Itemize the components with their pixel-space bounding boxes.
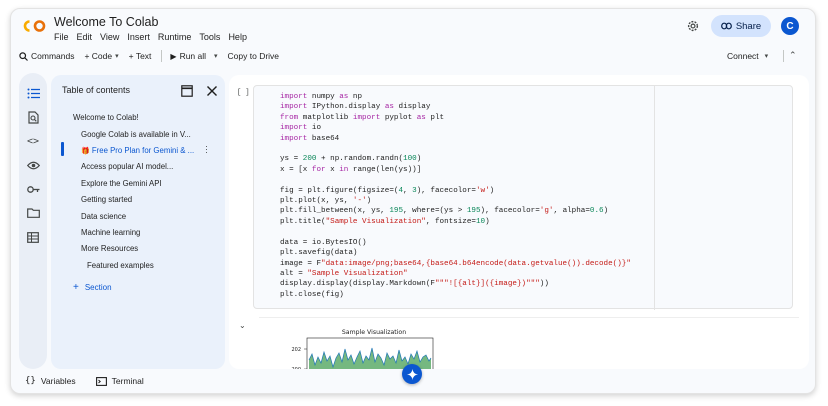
toc-item-gemini-api[interactable]: Explore the Gemini API xyxy=(81,179,201,188)
sample-visualization-plot: Sample Visualization 202 200 xyxy=(291,329,434,369)
toc-item-ai-models[interactable]: Access popular AI model... xyxy=(81,162,201,171)
gemini-assistant-button[interactable] xyxy=(402,364,422,384)
files-folder-icon[interactable] xyxy=(25,205,41,221)
menu-runtime[interactable]: Runtime xyxy=(158,32,192,42)
add-text-button[interactable]: + Text xyxy=(129,51,152,61)
chevron-up-icon[interactable]: ⌃ xyxy=(789,50,797,61)
menu-edit[interactable]: Edit xyxy=(77,32,93,42)
table-of-contents-panel: Table of contents Welcome to Colab! Goog… xyxy=(51,75,225,369)
colab-logo[interactable] xyxy=(23,19,47,33)
chevron-down-icon[interactable]: ▾ xyxy=(115,52,119,60)
toolbar-divider xyxy=(161,50,163,62)
code-cell[interactable]: import numpy as np import IPython.displa… xyxy=(253,85,793,310)
menu-file[interactable]: File xyxy=(54,32,69,42)
output-divider xyxy=(259,317,799,318)
toc-item-data-science[interactable]: Data science xyxy=(81,212,201,221)
y-tick-label: 200 xyxy=(291,367,301,369)
variables-label: Variables xyxy=(40,376,76,386)
toc-item-colab-available[interactable]: Google Colab is available in V... xyxy=(81,130,197,139)
add-code-button[interactable]: + Code ▾ xyxy=(84,51,118,61)
commands-button[interactable]: Commands xyxy=(19,51,74,61)
notebook-title[interactable]: Welcome To Colab xyxy=(54,15,158,29)
settings-gear-icon[interactable] xyxy=(686,19,700,33)
notebook-toolbar: Commands + Code ▾ + Text ▶ Run all ▾ Cop… xyxy=(19,45,809,67)
toc-item-welcome[interactable]: Welcome to Colab! xyxy=(73,113,213,122)
variables-eye-icon[interactable] xyxy=(25,157,41,173)
open-in-tab-icon[interactable] xyxy=(181,85,193,97)
terminal-icon xyxy=(95,376,107,386)
gift-icon: 🎁 xyxy=(81,148,90,155)
play-icon: ▶ xyxy=(170,51,177,61)
search-icon xyxy=(19,51,28,61)
toolbar-divider xyxy=(783,50,784,62)
side-rail: <> xyxy=(19,73,47,369)
menu-view[interactable]: View xyxy=(100,32,119,42)
connect-button[interactable]: Connect ▾ xyxy=(727,45,768,67)
code-snippets-icon[interactable]: <> xyxy=(25,133,41,149)
commands-label: Commands xyxy=(31,51,75,61)
variables-braces-icon: {} xyxy=(25,376,36,386)
connect-label: Connect xyxy=(727,51,759,61)
share-button[interactable]: Share xyxy=(711,15,771,37)
more-options-icon[interactable]: · · · xyxy=(205,142,208,157)
code-line-limit-ruler xyxy=(654,86,655,310)
menu-help[interactable]: Help xyxy=(228,32,247,42)
data-table-icon[interactable] xyxy=(25,229,41,245)
collapse-output-chevron-icon[interactable]: ⌄ xyxy=(239,321,246,330)
toc-item-getting-started[interactable]: Getting started xyxy=(81,195,201,204)
add-section-label: Section xyxy=(84,283,112,292)
plus-icon: + xyxy=(73,282,79,293)
terminal-button[interactable]: Terminal xyxy=(95,376,144,386)
variables-button[interactable]: {} Variables xyxy=(25,376,76,386)
menu-tools[interactable]: Tools xyxy=(199,32,220,42)
secrets-key-icon[interactable] xyxy=(25,181,41,197)
chevron-down-icon[interactable]: ▾ xyxy=(765,52,769,60)
add-section-button[interactable]: + Section xyxy=(73,282,112,293)
toc-item-machine-learning[interactable]: Machine learning xyxy=(81,228,201,237)
close-icon[interactable] xyxy=(206,85,218,97)
terminal-label: Terminal xyxy=(111,376,144,386)
run-all-button[interactable]: ▶ Run all ▾ xyxy=(170,51,217,61)
link-icon xyxy=(720,22,732,30)
toc-selection-indicator xyxy=(61,142,64,156)
add-text-label: + Text xyxy=(128,51,152,61)
bottom-bar: {} Variables Terminal xyxy=(25,373,144,389)
toc-item-more-resources[interactable]: More Resources xyxy=(81,244,201,253)
code-editor[interactable]: import numpy as np import IPython.displa… xyxy=(280,92,631,300)
add-code-label: + Code xyxy=(84,51,113,61)
notebook-area: [ ] import numpy as np import IPython.di… xyxy=(229,75,809,369)
plot-title: Sample Visualization xyxy=(342,329,406,336)
run-all-label: Run all xyxy=(179,51,207,61)
gemini-sparkle-icon xyxy=(406,368,418,380)
menu-insert[interactable]: Insert xyxy=(127,32,150,42)
chevron-down-icon[interactable]: ▾ xyxy=(214,52,218,60)
copy-to-drive-label: Copy to Drive xyxy=(227,51,280,61)
toc-item-featured-examples[interactable]: Featured examples xyxy=(87,261,207,270)
y-tick-label: 202 xyxy=(291,347,301,353)
copy-to-drive-button[interactable]: Copy to Drive xyxy=(228,51,280,61)
toc-title: Table of contents xyxy=(62,85,131,95)
menu-bar: File Edit View Insert Runtime Tools Help xyxy=(54,32,255,42)
share-label: Share xyxy=(735,20,762,32)
find-in-document-icon[interactable] xyxy=(25,109,41,125)
toc-item-free-pro-plan[interactable]: 🎁 Free Pro Plan for Gemini & ... xyxy=(81,146,199,155)
colab-window: Welcome To Colab File Edit View Insert R… xyxy=(10,8,816,394)
table-of-contents-icon[interactable] xyxy=(25,85,41,101)
run-cell-button[interactable]: [ ] xyxy=(237,89,250,97)
toc-item-free-pro-plan-label: Free Pro Plan for Gemini & ... xyxy=(91,146,195,155)
user-avatar[interactable]: C xyxy=(781,17,799,35)
